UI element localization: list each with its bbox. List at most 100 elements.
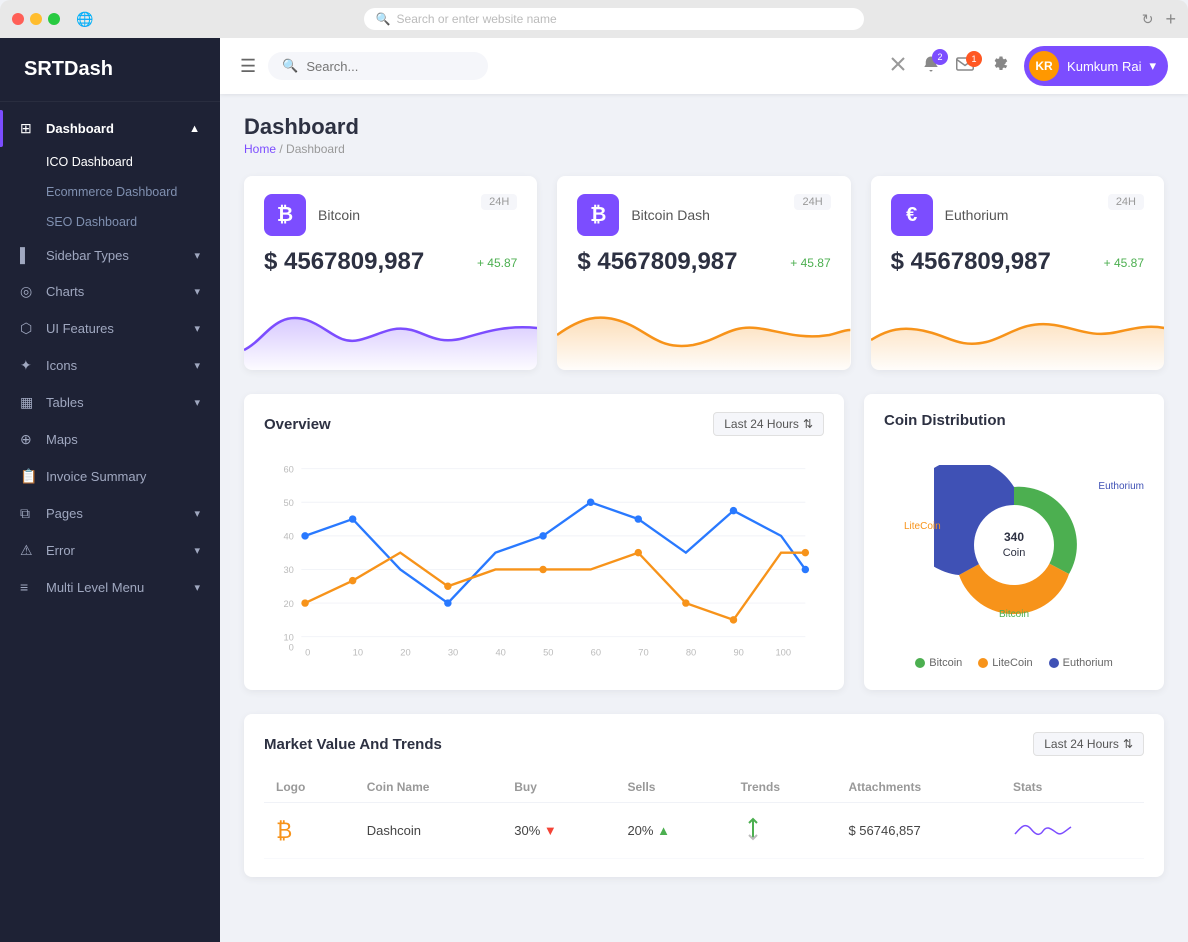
search-input[interactable]: [306, 59, 466, 74]
error-label: Error: [46, 543, 75, 558]
row-logo: ₿: [264, 803, 355, 859]
bitcoin-dash-value: $ 4567809,987: [577, 248, 737, 276]
euthorium-donut-label: Euthorium: [1098, 481, 1144, 492]
row-sells: 20% ▲: [615, 803, 728, 859]
sidebar-item-dashboard[interactable]: ⊞ Dashboard ▲: [0, 110, 220, 147]
user-menu-button[interactable]: KR Kumkum Rai ▾: [1024, 46, 1168, 86]
notifications-button[interactable]: 2: [922, 55, 940, 78]
bitcoin-chart: [244, 290, 537, 370]
coin-dist-header: Coin Distribution: [884, 412, 1144, 429]
col-sells: Sells: [615, 772, 728, 803]
main-content: ☰ 🔍 2 1: [220, 38, 1188, 942]
sidebar-item-ecommerce-dashboard[interactable]: Ecommerce Dashboard: [0, 177, 220, 207]
sidebar-item-icons[interactable]: ✦ Icons ▾: [0, 347, 220, 384]
legend-litecoin: LiteCoin: [978, 657, 1032, 669]
sidebar-item-pages[interactable]: ⧉ Pages ▾: [0, 495, 220, 532]
globe-icon: 🌐: [76, 11, 93, 28]
top-nav-right: 2 1 KR Kumkum Rai ▾: [890, 46, 1168, 86]
coin-distribution-card: Coin Distribution: [864, 394, 1164, 690]
euthorium-value: $ 4567809,987: [891, 248, 1051, 276]
sidebar-item-multi-level[interactable]: ≡ Multi Level Menu ▾: [0, 569, 220, 605]
ui-features-label: UI Features: [46, 321, 114, 336]
legend-litecoin-label: LiteCoin: [992, 657, 1032, 669]
sidebar-logo: SRTDash: [0, 38, 220, 102]
overview-title: Overview: [264, 416, 331, 433]
sidebar-item-tables[interactable]: ▦ Tables ▾: [0, 384, 220, 421]
sidebar-item-ico-dashboard[interactable]: ICO Dashboard: [0, 147, 220, 177]
sidebar-nav: ⊞ Dashboard ▲ ICO Dashboard Ecommerce Da…: [0, 102, 220, 613]
row-coin-name: Dashcoin: [355, 803, 503, 859]
overview-section-header: Overview Last 24 Hours ⇅: [264, 412, 824, 436]
bell-badge: 2: [932, 49, 948, 65]
charts-label: Charts: [46, 284, 84, 299]
close-icon-btn[interactable]: [890, 56, 906, 77]
svg-text:80: 80: [686, 647, 696, 657]
sidebar-item-maps[interactable]: ⊕ Maps: [0, 421, 220, 458]
sidebar-item-charts[interactable]: ◎ Charts ▾: [0, 273, 220, 310]
coin-dist-title: Coin Distribution: [884, 412, 1006, 429]
mail-badge: 1: [966, 51, 982, 67]
dashcoin-logo: ₿: [276, 818, 292, 843]
legend-litecoin-dot: [978, 658, 988, 668]
mail-button[interactable]: 1: [956, 57, 974, 76]
svg-text:30: 30: [448, 647, 458, 657]
sidebar-item-error[interactable]: ⚠ Error ▾: [0, 532, 220, 569]
tables-icon: ▦: [20, 394, 36, 411]
chevron-up-icon: ▲: [189, 123, 200, 135]
search-box[interactable]: 🔍: [268, 52, 488, 80]
euthorium-card-header: € Euthorium 24H: [891, 194, 1144, 236]
bitcoin-change: + 45.87: [477, 256, 517, 270]
bitcoin-dash-chart: [557, 290, 850, 370]
app-container: SRTDash ⊞ Dashboard ▲ ICO Dashboard Ecom…: [0, 38, 1188, 942]
bitcoin-dash-name: Bitcoin Dash: [631, 207, 710, 223]
svg-text:40: 40: [495, 647, 505, 657]
svg-text:10: 10: [283, 632, 293, 642]
table-row: ₿ Dashcoin 30% ▼ 20% ▲: [264, 803, 1144, 859]
col-logo: Logo: [264, 772, 355, 803]
svg-text:0: 0: [289, 643, 294, 653]
bitcoin-dash-badge: 24H: [794, 194, 830, 210]
overview-dropdown-icon: ⇅: [803, 417, 813, 431]
overview-dropdown[interactable]: Last 24 Hours ⇅: [713, 412, 824, 436]
market-dropdown[interactable]: Last 24 Hours ⇅: [1033, 732, 1144, 756]
chevron-down-icon-pages: ▾: [194, 507, 200, 520]
row-buy: 30% ▼: [502, 803, 615, 859]
svg-text:100: 100: [775, 647, 791, 657]
breadcrumb-home[interactable]: Home: [244, 142, 276, 156]
euthorium-chart: [871, 290, 1164, 370]
hamburger-icon[interactable]: ☰: [240, 56, 256, 77]
breadcrumb: Home / Dashboard: [244, 142, 359, 156]
bitcoin-name: Bitcoin: [318, 207, 360, 223]
svg-text:60: 60: [591, 647, 601, 657]
sidebar-item-ui-features[interactable]: ⬡ UI Features ▾: [0, 310, 220, 347]
svg-text:70: 70: [638, 647, 648, 657]
pages-label: Pages: [46, 506, 83, 521]
sells-trend-icon: ▲: [657, 823, 670, 838]
legend-euthorium-dot: [1049, 658, 1059, 668]
charts-icon: ◎: [20, 283, 36, 300]
error-icon: ⚠: [20, 542, 36, 559]
chevron-down-icon-error: ▾: [194, 544, 200, 557]
icons-label: Icons: [46, 358, 77, 373]
svg-text:40: 40: [283, 532, 293, 542]
svg-text:Coin: Coin: [1003, 547, 1026, 559]
market-card: Market Value And Trends Last 24 Hours ⇅ …: [244, 714, 1164, 877]
settings-button[interactable]: [990, 55, 1008, 78]
refresh-icon[interactable]: ↻: [1142, 11, 1154, 28]
sidebar-item-seo-dashboard[interactable]: SEO Dashboard: [0, 207, 220, 237]
legend-bitcoin: Bitcoin: [915, 657, 962, 669]
sidebar-item-invoice-summary[interactable]: 📋 Invoice Summary: [0, 458, 220, 495]
tables-label: Tables: [46, 395, 84, 410]
browser-dots: [12, 13, 60, 25]
sidebar-item-sidebar-types[interactable]: ▌ Sidebar Types ▾: [0, 237, 220, 273]
browser-url-bar[interactable]: 🔍 Search or enter website name: [364, 8, 864, 30]
breadcrumb-current: Dashboard: [286, 142, 345, 156]
svg-text:20: 20: [400, 647, 410, 657]
overview-dropdown-label: Last 24 Hours: [724, 417, 799, 431]
legend-euthorium: Euthorium: [1049, 657, 1113, 669]
overview-chart: 60 50 40 30 20 10 0 0 10 20 30: [264, 452, 824, 672]
col-buy: Buy: [502, 772, 615, 803]
new-tab-button[interactable]: +: [1165, 9, 1176, 30]
chevron-down-icon-multi: ▾: [194, 581, 200, 594]
chevron-down-icon: ▾: [194, 249, 200, 262]
